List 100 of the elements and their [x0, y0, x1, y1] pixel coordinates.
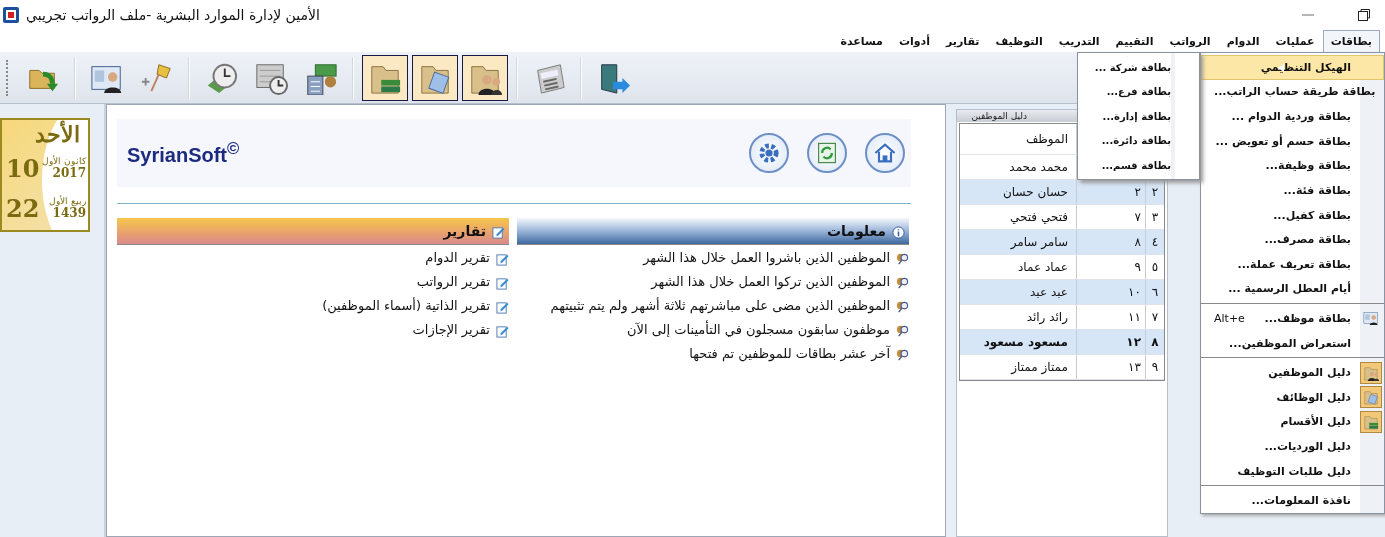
table-row[interactable]: ٥ ٩ عماد عماد: [960, 255, 1164, 280]
menu-item[interactable]: بطاقة شركة ...: [1078, 55, 1199, 80]
menu-item[interactable]: نافذة المعلومات...: [1201, 488, 1384, 513]
menu-item[interactable]: أيام العطل الرسمية ...: [1201, 276, 1384, 302]
table-row[interactable]: ٦ ١٠ عبد عبد: [960, 280, 1164, 305]
table-row[interactable]: ٨ ١٢ مسعود مسعود: [960, 330, 1164, 355]
menu-item[interactable]: بطاقة فرع...: [1078, 79, 1199, 104]
table-cell: فتحي فتحي: [1009, 210, 1068, 224]
menu-item[interactable]: التدريب: [1050, 30, 1108, 52]
table-cell: ١٢: [1126, 335, 1141, 349]
folder-note-icon: [1363, 389, 1379, 406]
section-title: تقارير: [443, 223, 486, 239]
gregorian-year: 2017: [52, 166, 86, 180]
menu-item[interactable]: بطاقة تعريف عملة...: [1201, 252, 1384, 277]
menu-item[interactable]: دليل طلبات التوظيف: [1201, 458, 1384, 484]
table-cell: ٧: [1134, 210, 1141, 224]
menu-item[interactable]: بطاقة وظيفة...: [1201, 153, 1384, 179]
menu-item[interactable]: بطاقة دائرة...: [1078, 128, 1199, 153]
people-search-icon: [896, 300, 909, 313]
menu-item[interactable]: الهيكل التنظيمي: [1201, 55, 1384, 80]
table-cell: ٤: [1151, 235, 1159, 249]
menu-item[interactable]: دليل الورديات...: [1201, 434, 1384, 459]
table-cell: ١٠: [1128, 285, 1141, 299]
table-row[interactable]: ٩ ١٣ ممتاز ممتاز: [960, 355, 1164, 380]
window-title: الأمين لإدارة الموارد البشرية -ملف الرواتب تجريبي: [26, 7, 320, 23]
menu-item[interactable]: بطاقة مصرف...: [1201, 227, 1384, 252]
table-cell: ٢: [1151, 185, 1159, 199]
table-cell: ٥: [1151, 260, 1159, 274]
report-link[interactable]: تقرير الدوام: [425, 249, 490, 267]
refresh-button[interactable]: [807, 133, 847, 173]
table-cell: ٩: [1151, 360, 1159, 374]
report-link[interactable]: تقرير الرواتب: [416, 273, 490, 291]
table-cell: رائد رائد: [1026, 310, 1068, 324]
menu-item[interactable]: بطاقة طريقة حساب الراتب...: [1201, 79, 1384, 105]
refresh-icon: [815, 141, 839, 165]
people-search-icon: [896, 276, 909, 289]
table-cell: ٨: [1134, 235, 1141, 249]
edit-icon: [496, 253, 509, 266]
table-cell: ٩: [1134, 260, 1141, 274]
hijri-day: 22: [6, 193, 40, 223]
submenu-arrow-icon: [1278, 64, 1284, 72]
column-header: الموظف: [1025, 132, 1068, 146]
people-search-icon: [896, 324, 909, 337]
section-title: معلومات: [826, 223, 886, 239]
menu-item[interactable]: دليل الأقسام: [1201, 409, 1384, 435]
menu-item[interactable]: بطاقة وردية الدوام ...: [1201, 104, 1384, 129]
menu-item[interactable]: أدوات: [890, 30, 938, 52]
table-cell: سامر سامر: [1010, 235, 1068, 249]
menu-item[interactable]: التقييم: [1107, 30, 1162, 52]
edit-icon: [496, 277, 509, 290]
gregorian-month: كانون الأول: [42, 156, 86, 166]
info-link[interactable]: موظفون سابقون مسجلون في التأمينات إلى الآن: [627, 321, 890, 339]
report-link[interactable]: تقرير الإجازات: [412, 321, 490, 339]
toolbar-button[interactable]: [462, 54, 508, 101]
person-card-icon: [1363, 310, 1379, 327]
menu-item[interactable]: بطاقات: [1322, 30, 1380, 52]
toolbar-button[interactable]: [362, 54, 408, 101]
table-cell: مسعود مسعود: [983, 335, 1068, 349]
menu-item[interactable]: عمليات: [1267, 30, 1323, 52]
info-link[interactable]: الموظفين الذين تركوا العمل خلال هذا الشهر: [651, 273, 890, 291]
table-cell: ممتاز ممتاز: [1011, 360, 1068, 374]
table-row[interactable]: ٢ ٢ حسان حسان: [960, 180, 1164, 205]
restore-icon[interactable]: [1357, 8, 1371, 22]
folder-person-icon: [1363, 364, 1379, 381]
table-row[interactable]: ٣ ٧ فتحي فتحي: [960, 205, 1164, 230]
toolbar-button[interactable]: [412, 54, 458, 101]
home-button[interactable]: [865, 133, 905, 173]
info-link[interactable]: الموظفين الذين مضى على مباشرتهم ثلاثة أشهر ولم يتم تثبيتهم: [550, 297, 890, 315]
settings-button[interactable]: [749, 133, 789, 173]
menu-item[interactable]: تقارير: [937, 30, 988, 52]
table-cell: عبد عبد: [1030, 285, 1068, 299]
report-link[interactable]: تقرير الذاتية (أسماء الموظفين): [322, 297, 490, 315]
menu-item[interactable]: التوظيف: [987, 30, 1051, 52]
table-cell: ٢: [1134, 185, 1141, 199]
table-row[interactable]: ٧ ١١ رائد رائد: [960, 305, 1164, 330]
table-cell: محمد محمد: [1009, 160, 1068, 174]
info-link[interactable]: آخر عشر بطاقات للموظفين تم فتحها: [689, 345, 890, 363]
table-cell: ١٣: [1128, 360, 1141, 374]
gregorian-day: 10: [6, 153, 40, 183]
menu-item[interactable]: مساعدة: [832, 30, 891, 52]
info-link[interactable]: الموظفين الذين باشروا العمل خلال هذا الشهر: [643, 249, 890, 267]
hijri-month: ربيع الأول: [49, 196, 86, 206]
table-row[interactable]: ٤ ٨ سامر سامر: [960, 230, 1164, 255]
table-cell: ١١: [1128, 310, 1141, 324]
people-search-icon: [896, 252, 909, 265]
table-cell: عماد عماد: [1018, 260, 1068, 274]
home-icon: [873, 141, 897, 165]
menu-item[interactable]: الدوام: [1218, 30, 1268, 52]
menu-item[interactable]: بطاقة كفيل...: [1201, 202, 1384, 228]
table-cell: ٦: [1151, 285, 1159, 299]
people-search-icon: [896, 348, 909, 361]
table-cell: ٧: [1151, 310, 1159, 324]
menu-item[interactable]: بطاقة فئة...: [1201, 178, 1384, 203]
gear-icon: [757, 141, 781, 165]
menu-item[interactable]: بطاقة حسم أو تعويض ...: [1201, 128, 1384, 154]
menu-item[interactable]: دليل الوظائف: [1201, 384, 1384, 410]
menu-item[interactable]: استعراض الموظفين...: [1201, 330, 1384, 356]
menu-item[interactable]: الرواتب: [1161, 30, 1219, 52]
edit-icon: [496, 301, 509, 314]
menu-item[interactable]: دليل الموظفين: [1201, 360, 1384, 385]
